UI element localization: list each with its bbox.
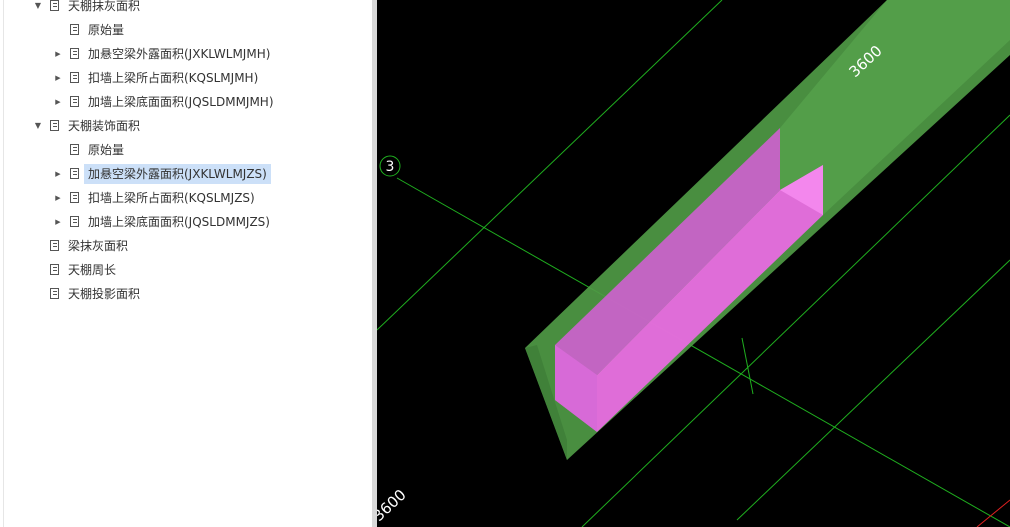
document-icon (50, 0, 59, 11)
document-icon (50, 240, 59, 251)
tree-item[interactable]: 原始量 (0, 19, 372, 41)
tree-item-label: 梁抹灰面积 (68, 239, 129, 253)
triangle-right-icon[interactable]: ▶ (53, 91, 63, 113)
tree-item-label: 天棚周长 (68, 263, 117, 277)
tree-item-label: 扣墙上梁所占面积(KQSLMJMH) (88, 71, 259, 85)
document-icon (70, 24, 79, 35)
tree-item-label: 原始量 (88, 23, 125, 37)
tree-item[interactable]: 原始量 (0, 139, 372, 161)
document-icon (70, 144, 79, 155)
tree-item-label: 天棚抹灰面积 (68, 0, 141, 13)
grid-line (741, 337, 754, 395)
app-window: ▼ 天棚抹灰面积 原始量 ▶ 加悬空梁外露面积(JXKLWLMJMH) ▶ 扣墙上梁所占面积… (0, 0, 1010, 527)
triangle-right-icon[interactable]: ▶ (53, 187, 63, 209)
tree-item-label: 天棚投影面积 (68, 287, 141, 301)
document-icon (50, 264, 59, 275)
tree-item-label: 天棚装饰面积 (68, 119, 141, 133)
triangle-down-icon[interactable]: ▼ (33, 0, 43, 17)
triangle-right-icon[interactable]: ▶ (53, 211, 63, 233)
triangle-right-icon[interactable]: ▶ (53, 67, 63, 89)
tree-item[interactable]: ▼ 天棚装饰面积 (0, 115, 372, 137)
triangle-right-icon[interactable]: ▶ (53, 163, 63, 185)
tree-item-label: 扣墙上梁所占面积(KQSLMJZS) (88, 191, 255, 205)
axis-label: 3 (386, 159, 395, 175)
tree-item[interactable]: ▶ 扣墙上梁所占面积(KQSLMJZS) (0, 187, 372, 209)
tree-item[interactable]: ▶ 加墙上梁底面面积(JQSLDMMJMH) (0, 91, 372, 113)
tree-item-label: 加墙上梁底面面积(JQSLDMMJZS) (88, 215, 270, 229)
grid-line (736, 259, 1010, 521)
tree-item[interactable]: 天棚周长 (0, 259, 372, 281)
tree-item-label: 加悬空梁外露面积(JXKLWLMJMH) (88, 47, 271, 61)
tree-item[interactable]: ▼ 天棚抹灰面积 (0, 0, 372, 17)
document-icon (70, 96, 79, 107)
tree-item[interactable]: ▶ 加墙上梁底面面积(JQSLDMMJZS) (0, 211, 372, 233)
tree-item-label: 原始量 (88, 143, 125, 157)
tree-item[interactable]: ▶ 扣墙上梁所占面积(KQSLMJMH) (0, 67, 372, 89)
quantity-tree-panel: ▼ 天棚抹灰面积 原始量 ▶ 加悬空梁外露面积(JXKLWLMJMH) ▶ 扣墙上梁所占面积… (0, 0, 372, 527)
document-icon (50, 288, 59, 299)
tree-item[interactable]: 天棚投影面积 (0, 283, 372, 305)
document-icon (70, 72, 79, 83)
tree-item-label: 加悬空梁外露面积(JXKLWLMJZS) (84, 164, 271, 184)
3d-viewport[interactable]: 3 3600 3600 (377, 0, 1010, 527)
document-icon (50, 120, 59, 131)
document-icon (70, 192, 79, 203)
tree-item-label: 加墙上梁底面面积(JQSLDMMJMH) (88, 95, 274, 109)
tree-item[interactable]: 梁抹灰面积 (0, 235, 372, 257)
tree-item[interactable]: ▶ 加悬空梁外露面积(JXKLWLMJMH) (0, 43, 372, 65)
triangle-right-icon[interactable]: ▶ (53, 43, 63, 65)
red-axis-line (976, 499, 1010, 527)
viewport-canvas[interactable]: 3 3600 3600 (377, 0, 1010, 527)
document-icon (70, 168, 79, 179)
tree-item[interactable]: ▶ 加悬空梁外露面积(JXKLWLMJZS) (0, 163, 372, 185)
document-icon (70, 48, 79, 59)
document-icon (70, 216, 79, 227)
triangle-down-icon[interactable]: ▼ (33, 115, 43, 137)
dimension-label-bottom: 3600 (377, 486, 410, 525)
